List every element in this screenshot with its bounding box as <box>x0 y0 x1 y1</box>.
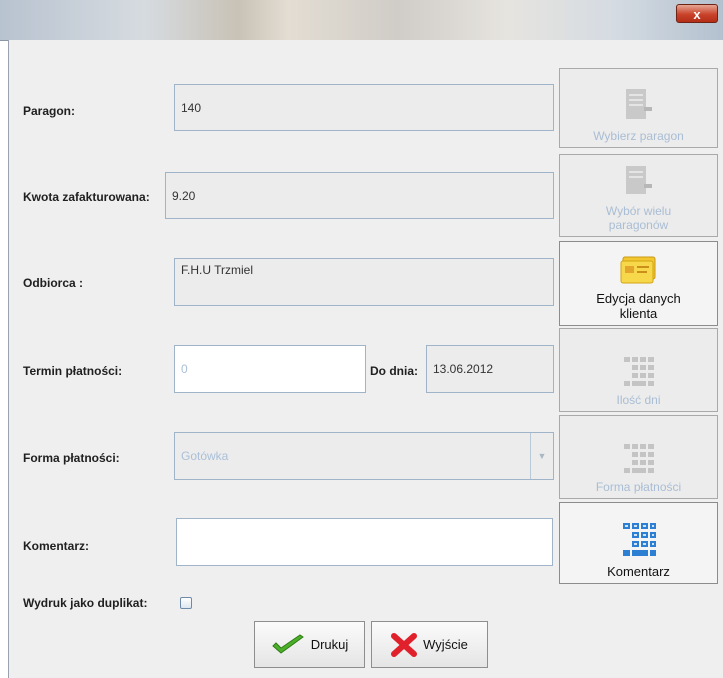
paragon-label: Paragon: <box>23 104 76 118</box>
edit-client-label-line1: Edycja danych <box>596 291 681 306</box>
multi-receipt-label-line1: Wybór wielu <box>605 204 672 218</box>
keypad-icon <box>622 523 656 556</box>
exit-label: Wyjście <box>423 637 468 652</box>
days-count-label: Ilość dni <box>616 393 661 407</box>
comment-input[interactable] <box>176 518 553 566</box>
select-receipt-button[interactable]: Wybierz paragon <box>559 68 718 148</box>
edit-client-label: Edycja danych klienta <box>596 291 681 325</box>
comment-button-label: Komentarz <box>607 564 670 579</box>
recipient-label: Odbiorca : <box>23 276 84 290</box>
duplicate-label: Wydruk jako duplikat: <box>23 596 148 610</box>
amount-label: Kwota zafakturowana: <box>23 190 150 204</box>
select-receipt-label: Wybierz paragon <box>593 129 684 143</box>
close-icon <box>391 632 418 657</box>
title-bar: x <box>0 0 723 41</box>
payment-method-button-label: Forma płatności <box>595 480 682 494</box>
paragon-field: 140 <box>174 84 554 131</box>
close-button[interactable]: x <box>676 4 718 23</box>
edit-client-button[interactable]: Edycja danych klienta <box>559 241 718 326</box>
multi-receipt-button[interactable]: Wybór wielu paragonów <box>559 154 718 237</box>
exit-button[interactable]: Wyjście <box>371 621 488 668</box>
comment-button[interactable]: Komentarz <box>559 502 718 584</box>
print-label: Drukuj <box>310 637 349 652</box>
comment-label: Komentarz: <box>23 539 90 553</box>
receipts-icon <box>625 166 652 194</box>
payment-method-select[interactable]: Gotówka ▼ <box>174 432 554 480</box>
edit-client-label-line2: klienta <box>619 306 658 321</box>
payment-term-label: Termin płatności: <box>23 364 123 378</box>
multi-receipt-label-line2: paragonów <box>608 218 669 232</box>
recipient-field: F.H.U Trzmiel <box>174 258 554 306</box>
amount-field: 9.20 <box>165 172 554 219</box>
client-card-icon <box>620 256 655 284</box>
multi-receipt-label: Wybór wielu paragonów <box>606 204 671 236</box>
keypad-icon <box>623 444 654 473</box>
keypad-icon <box>623 357 654 386</box>
payment-method-value: Gotówka <box>181 449 229 463</box>
duplicate-checkbox[interactable] <box>180 597 192 609</box>
payment-method-button[interactable]: Forma płatności <box>559 415 718 499</box>
days-count-button[interactable]: Ilość dni <box>559 328 718 412</box>
payment-method-label: Forma płatności: <box>23 451 120 465</box>
due-date-field: 13.06.2012 <box>426 345 554 393</box>
receipt-icon <box>625 89 652 119</box>
print-button[interactable]: Drukuj <box>254 621 365 668</box>
payment-term-input[interactable]: 0 <box>174 345 366 393</box>
due-date-label: Do dnia: <box>370 364 418 378</box>
checkmark-icon <box>271 633 304 654</box>
chevron-down-icon[interactable]: ▼ <box>530 433 553 479</box>
